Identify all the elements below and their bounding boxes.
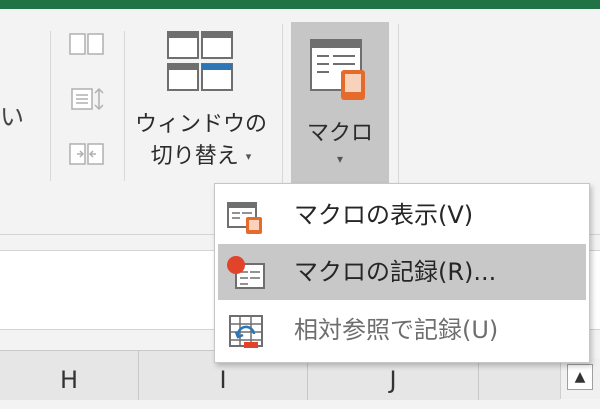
relative-reference-icon — [229, 315, 263, 348]
macro-view-icon — [227, 202, 262, 234]
vertical-scrollbar[interactable]: ▲ — [560, 358, 600, 399]
switch-windows-label-line2: 切り替え — [150, 144, 239, 169]
macro-label: マクロ — [306, 121, 373, 146]
switch-windows-button[interactable]: ウィンドウの 切り替え ▾ — [133, 29, 269, 189]
switch-windows-label-line1: ウィンドウの — [134, 112, 267, 137]
switch-windows-label-line2-wrap: 切り替え ▾ — [133, 141, 269, 173]
reset-window-position-button[interactable] — [66, 141, 110, 167]
switch-windows-icon — [167, 31, 233, 91]
sync-scroll-icon — [71, 87, 104, 111]
group-separator — [50, 31, 51, 181]
macro-button[interactable]: マクロ ▾ — [291, 22, 389, 190]
view-macros-label: マクロの表示(V) — [294, 201, 474, 229]
relative-reference-label: 相対参照で記録(U) — [294, 316, 499, 344]
dropdown-caret-icon: ▾ — [336, 152, 344, 166]
group-separator — [398, 24, 399, 186]
macro-record-icon — [227, 256, 265, 289]
new-window-button[interactable] — [66, 31, 110, 57]
menu-item-view-macros[interactable]: マクロの表示(V) — [218, 187, 586, 243]
reset-window-icon — [69, 143, 104, 165]
menu-item-record-macro[interactable]: マクロの記録(R)... — [218, 244, 586, 300]
record-macro-label: マクロの記録(R)... — [294, 258, 497, 286]
clipped-label: い — [0, 103, 24, 131]
side-by-side-icon — [69, 33, 104, 55]
macro-icon — [310, 39, 365, 100]
group-separator — [124, 31, 125, 181]
sync-scroll-button[interactable] — [66, 86, 110, 112]
scroll-up-arrow-icon[interactable]: ▲ — [567, 364, 593, 390]
column-header-h[interactable]: H — [0, 351, 139, 400]
dropdown-caret-icon: ▾ — [245, 150, 252, 163]
title-bar — [0, 0, 600, 9]
menu-item-relative-reference[interactable]: 相対参照で記録(U) — [218, 302, 586, 358]
macro-dropdown-menu: マクロの表示(V) マクロの記録(R)... 相対参照で記録(U) — [214, 183, 590, 363]
group-separator — [282, 24, 283, 186]
